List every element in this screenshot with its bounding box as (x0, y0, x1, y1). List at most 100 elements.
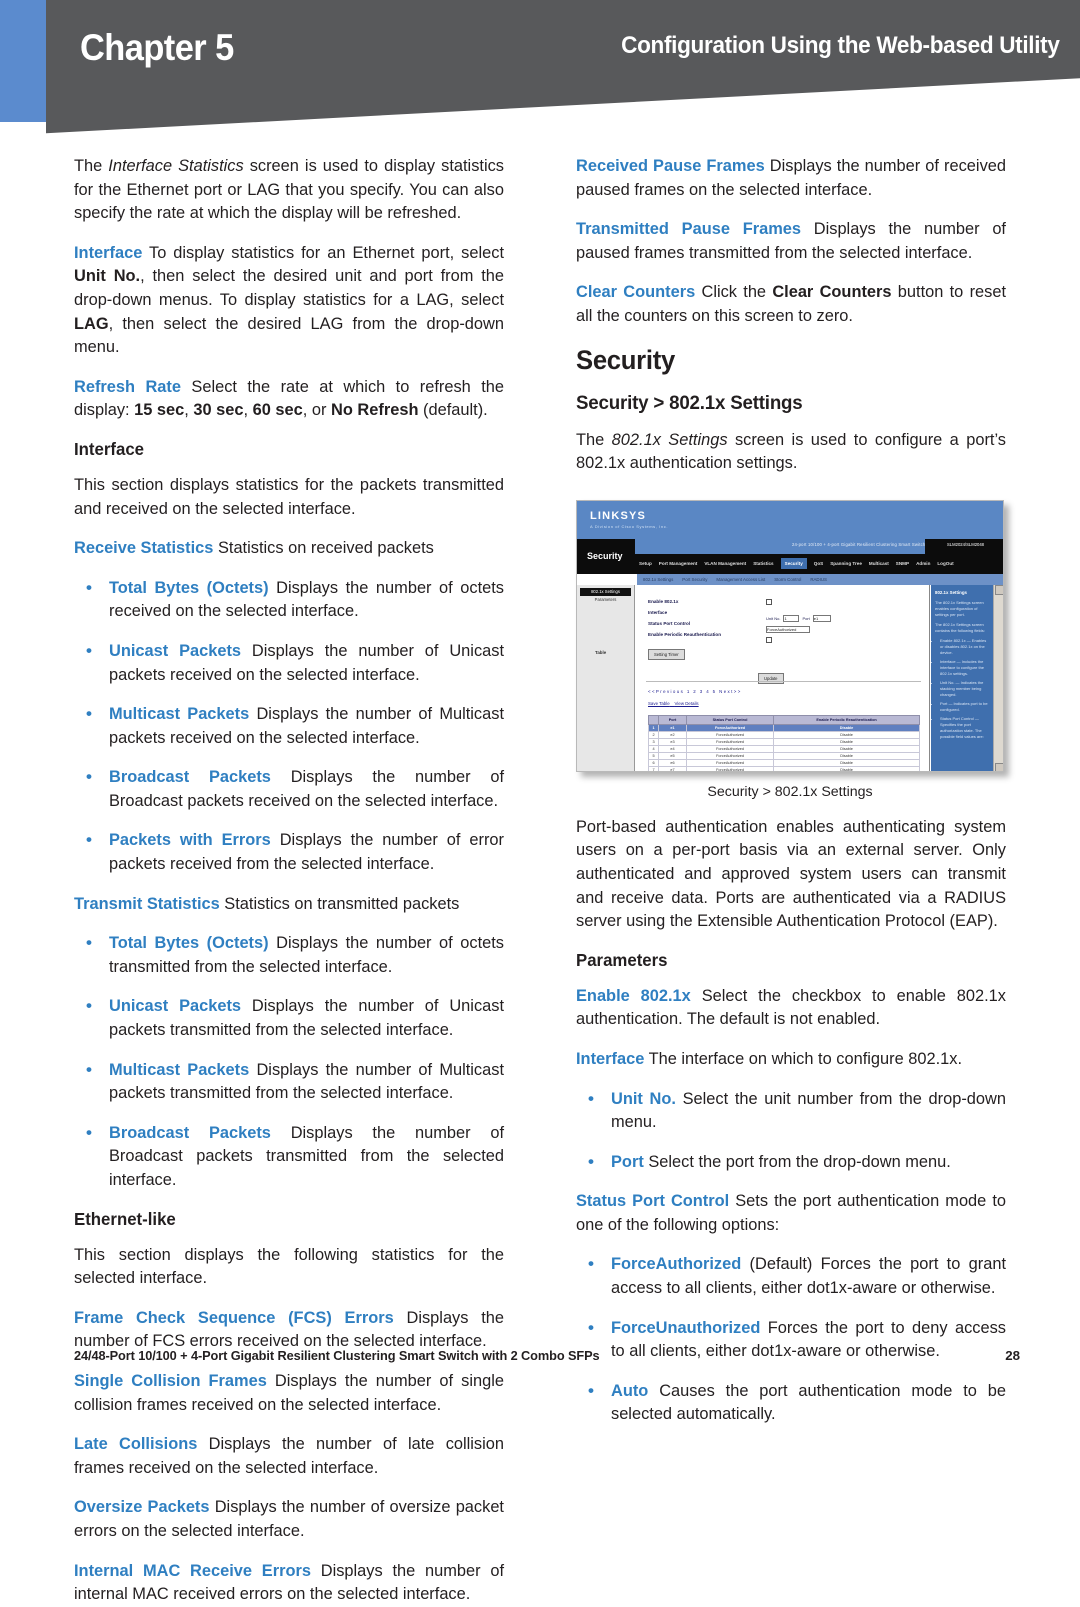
enable-8021x-checkbox[interactable] (766, 598, 772, 605)
term-refresh-rate: Refresh Rate (74, 377, 181, 396)
list-item: Total Bytes (Octets) Displays the number… (74, 931, 504, 979)
table-row[interactable]: 3 e3 ForceAuthorized Disable (648, 737, 920, 746)
left-nav-selected-item[interactable]: 802.1x Settings (580, 587, 631, 596)
status-port-control-select[interactable]: ForceAuthorized (766, 625, 810, 633)
table-header-port: Port (658, 714, 687, 725)
clear-text-a: Click the (695, 283, 773, 302)
tab-admin[interactable]: Admin (916, 561, 930, 566)
list-item: Total Bytes (Octets) Displays the number… (74, 576, 504, 624)
footer-page-number: 28 (1005, 1348, 1020, 1363)
help-item: Enable 802.1x — Enables or disables 802.… (940, 638, 989, 656)
paragraph-interface-config: Interface The interface on which to conf… (576, 1048, 1006, 1072)
tab-statistics[interactable]: Statistics (753, 561, 773, 566)
table-row[interactable]: 7 e7 ForceAuthorized Disable (648, 765, 920, 771)
cell-port: e5 (658, 751, 687, 760)
paragraph-transmit-statistics: Transmit Statistics Statistics on transm… (74, 893, 504, 917)
table-row[interactable]: 5 e5 ForceAuthorized Disable (648, 751, 920, 760)
help-item: Port — Indicates port to be configured. (940, 701, 989, 713)
list-item: ForceAuthorized (Default) Forces the por… (576, 1252, 1006, 1300)
periodic-reauth-checkbox[interactable] (766, 636, 772, 643)
paragraph-single-collision: Single Collision Frames Displays the num… (74, 1370, 504, 1417)
port-select[interactable]: e1 (812, 614, 831, 622)
subnav-management-access-list[interactable]: Management Access List (716, 577, 765, 582)
bullet-term: Broadcast Packets (109, 768, 271, 787)
bullet-term: Port (611, 1152, 644, 1171)
linksys-logo-subtitle: A Division of Cisco Systems, Inc. (590, 523, 669, 529)
subnav-radius[interactable]: RADIUS (810, 577, 827, 582)
receive-statistics-text: Statistics on received packets (213, 539, 434, 558)
cell-status: ForceAuthorized (685, 765, 775, 771)
tab-logout[interactable]: LogOut (937, 561, 953, 566)
cell-reauth: Disable (773, 751, 920, 760)
list-item: Broadcast Packets Displays the number of… (74, 765, 504, 813)
update-button[interactable]: Update (758, 672, 784, 684)
paragraph-clear-counters: Clear Counters Click the Clear Counters … (576, 281, 1006, 328)
paragraph-received-pause-frames: Received Pause Frames Displays the numbe… (576, 155, 1006, 202)
cell-port: e4 (658, 744, 687, 753)
cell-status: ForceAuthorized (685, 751, 775, 760)
list-item: Broadcast Packets Displays the number of… (74, 1121, 504, 1193)
paragraph-section-stats: This section displays statistics for the… (74, 475, 504, 518)
bullet-term: Auto (611, 1381, 649, 1400)
term-fcs-errors: Frame Check Sequence (FCS) Errors (74, 1308, 394, 1327)
bullet-term: ForceAuthorized (611, 1255, 742, 1274)
tab-qos[interactable]: QoS (814, 561, 823, 566)
table-row[interactable]: 2 e2 ForceAuthorized Disable (648, 730, 920, 739)
subnav-storm-control[interactable]: Storm Control (774, 577, 801, 582)
screenshot-scrollbar[interactable] (993, 584, 1003, 771)
term-interface: Interface (74, 243, 143, 262)
term-transmitted-pause-frames: Transmitted Pause Frames (576, 220, 802, 239)
screenshot-ports-table: Port Status Port Control Enable Periodic… (648, 714, 920, 771)
term-status-port-control: Status Port Control (576, 1192, 730, 1211)
row-status-port-control: ForceAuthorized (766, 625, 831, 633)
screenshot-action-links[interactable]: Save Table View Details (648, 701, 699, 706)
screenshot-left-nav[interactable]: 802.1x Settings Parameters Table (577, 584, 635, 771)
tab-security[interactable]: Security (780, 558, 807, 570)
table-row[interactable]: 4 e4 ForceAuthorized Disable (648, 744, 920, 753)
subnav-port-security[interactable]: Port Security (682, 577, 707, 582)
term-internal-mac-receive-errors: Internal MAC Receive Errors (74, 1561, 311, 1580)
setting-timer-button[interactable]: Setting Timer (648, 648, 685, 660)
cell-reauth: Disable (773, 744, 920, 753)
bold-unit-no: Unit No. (74, 267, 141, 286)
screenshot-tab-bar[interactable]: Setup Port Management VLAN Management St… (639, 554, 954, 574)
term-transmit-statistics: Transmit Statistics (74, 894, 220, 913)
view-details-link[interactable]: View Details (675, 701, 699, 706)
cell-index: 6 (648, 758, 659, 767)
subnav-8021x-settings[interactable]: 802.1x Settings (643, 577, 673, 582)
unit-no-select[interactable]: 1 (783, 614, 800, 622)
cell-reauth: Disable (773, 730, 920, 739)
paragraph-receive-statistics: Receive Statistics Statistics on receive… (74, 537, 504, 561)
left-nav-item-parameters[interactable]: Parameters (577, 597, 634, 602)
table-row[interactable]: 1 e1 ForceAuthorized Disable (648, 723, 920, 732)
screenshot-pagination[interactable]: <<Previous 1 2 3 4 5 Next>> (648, 689, 742, 694)
screenshot-main-pane: Enable 802.1x Interface Status Port Cont… (636, 584, 930, 771)
page-header: Chapter 5 Configuration Using the Web-ba… (0, 0, 1080, 140)
intro-italic-term: Interface Statistics (108, 157, 244, 175)
cell-port: e6 (658, 758, 687, 767)
paragraph-8021x-intro: The 802.1x Settings screen is used to co… (576, 429, 1006, 476)
bullet-term: Unicast Packets (109, 997, 242, 1016)
bullet-term: ForceUnauthorized (611, 1318, 761, 1337)
cell-index: 2 (648, 730, 659, 739)
table-header-index (648, 714, 659, 725)
tab-snmp[interactable]: SNMP (896, 561, 909, 566)
tab-port-management[interactable]: Port Management (659, 561, 698, 566)
tab-vlan-management[interactable]: VLAN Management (704, 561, 746, 566)
table-row[interactable]: 6 e6 ForceAuthorized Disable (648, 758, 920, 767)
tab-multicast[interactable]: Multicast (869, 561, 889, 566)
transmit-statistics-text: Statistics on transmitted packets (219, 894, 460, 913)
status-bullet-list: ForceAuthorized (Default) Forces the por… (576, 1252, 1006, 1427)
tab-spanning-tree[interactable]: Spanning Tree (830, 561, 862, 566)
save-table-link[interactable]: Save Table (648, 701, 670, 706)
right-column: Received Pause Frames Displays the numbe… (576, 155, 1006, 1443)
cell-index: 4 (648, 744, 659, 753)
paragraph-transmitted-pause-frames: Transmitted Pause Frames Displays the nu… (576, 218, 1006, 265)
paragraph-ethernet-like: This section displays the following stat… (74, 1245, 504, 1288)
tab-setup[interactable]: Setup (639, 561, 652, 566)
paragraph-late-collisions: Late Collisions Displays the number of l… (74, 1433, 504, 1480)
cell-port: e1 (658, 723, 687, 732)
screenshot-subnav-bar[interactable]: 802.1x Settings Port Security Management… (637, 573, 1003, 585)
cell-port: e7 (658, 765, 687, 771)
left-nav-item-table[interactable]: Table (595, 650, 634, 655)
